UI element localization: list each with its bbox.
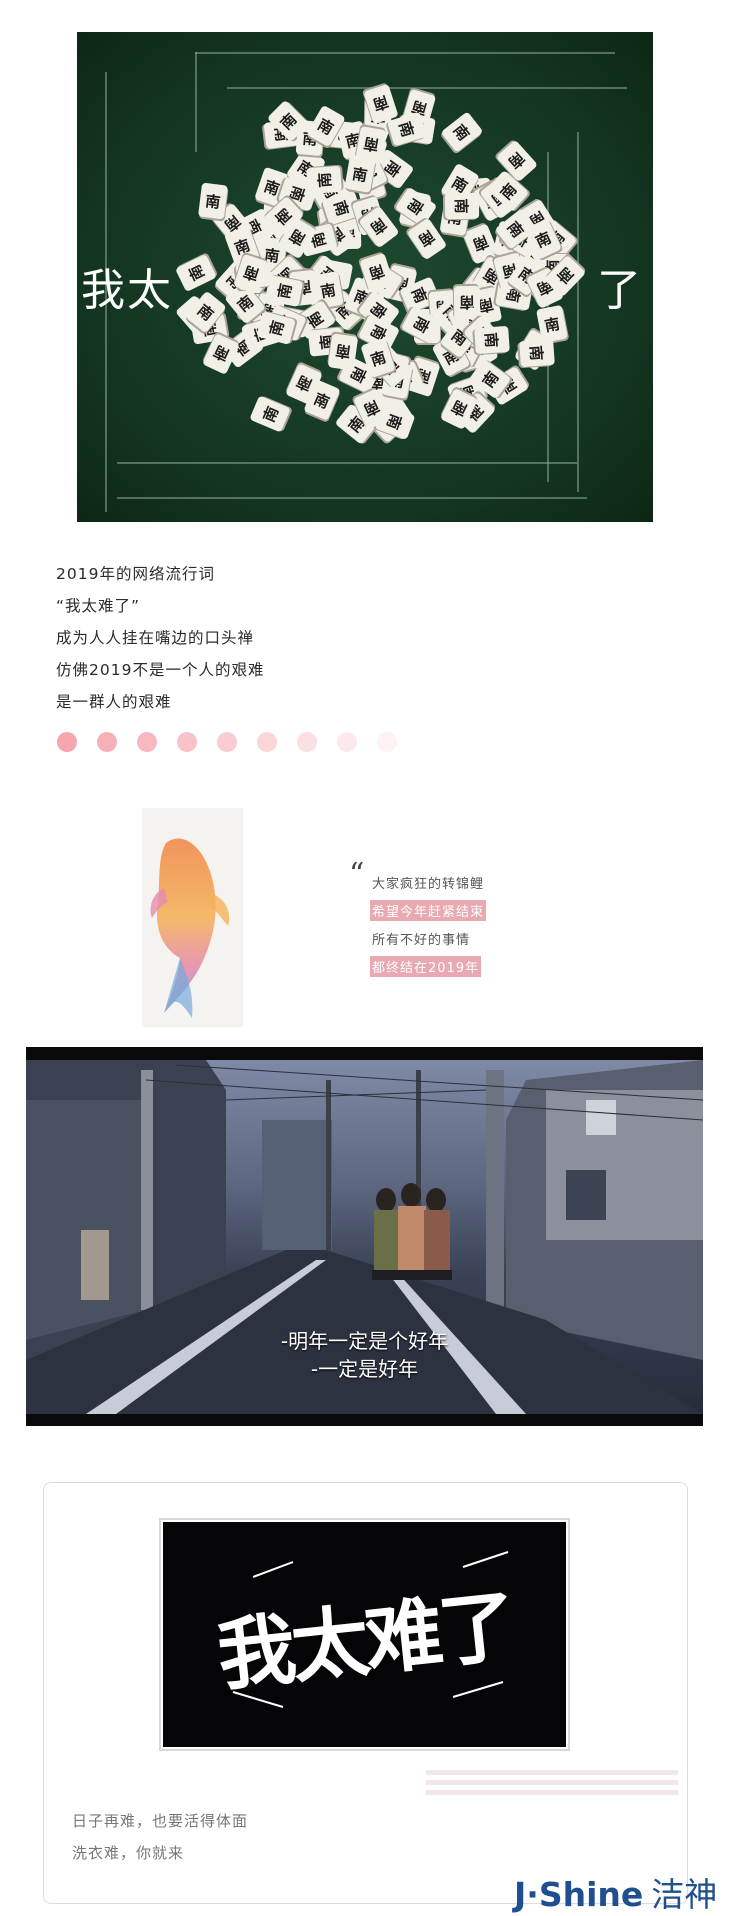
brand-logo-chinese: 洁神 xyxy=(651,1875,718,1914)
dot xyxy=(377,732,397,752)
poem-line-4: 仿佛2019不是一个人的艰难 xyxy=(56,661,265,679)
table-line xyxy=(117,497,587,499)
table-line xyxy=(117,462,577,464)
dot xyxy=(97,732,117,752)
quote-mark: “ xyxy=(349,857,365,892)
poem-line-2: “我太难了” xyxy=(56,597,141,615)
koi-line-2-highlighted: 希望今年赶紧结束 xyxy=(370,900,487,921)
dot xyxy=(297,732,317,752)
table-line xyxy=(577,132,579,492)
mahjong-tile: 南 xyxy=(305,165,342,194)
poem-line-3: 成为人人挂在嘴边的口头禅 xyxy=(56,629,255,647)
dot xyxy=(137,732,157,752)
koi-line-4-highlighted: 都终结在2019年 xyxy=(370,956,482,977)
dot xyxy=(217,732,237,752)
mahjong-image: 南南南南南南南南南南南南南南南南南南南南南南南南南南南南南南南南南南南南南南南南… xyxy=(77,32,653,522)
table-line xyxy=(227,87,627,89)
mahjong-tile: 南 xyxy=(197,182,228,220)
mahjong-tile: 南 xyxy=(327,333,359,372)
decor-stripe xyxy=(426,1780,678,1785)
mahjong-tile: 南 xyxy=(519,338,556,367)
poem-line-1: 2019年的网络流行词 xyxy=(56,565,215,583)
mahjong-tile: 南 xyxy=(444,192,480,219)
overlay-text-left: 我太 xyxy=(81,265,173,316)
dot xyxy=(177,732,197,752)
decor-stripe xyxy=(426,1790,678,1795)
dot xyxy=(57,732,77,752)
card-text-line-1: 日子再难，也要活得体面 xyxy=(72,1812,249,1830)
brand-logo-latin: J·Shine xyxy=(514,1875,644,1914)
dot xyxy=(337,732,357,752)
street-scene-image: -明年一定是个好年 -一定是好年 xyxy=(26,1047,703,1426)
poem-line-5: 是一群人的艰难 xyxy=(56,693,172,711)
decor-stripe xyxy=(426,1770,678,1775)
subtitle-line-1: -明年一定是个好年 xyxy=(280,1329,449,1353)
mahjong-tile: 南 xyxy=(474,325,511,355)
card-text-line-2: 洗衣难，你就来 xyxy=(72,1844,185,1862)
overlay-text-right: 了 xyxy=(597,265,643,316)
dot xyxy=(257,732,277,752)
title-art-image: 我太难了 xyxy=(163,1522,566,1747)
table-line xyxy=(195,52,197,152)
brand-logo: J·Shine 洁神 xyxy=(514,1868,717,1916)
koi-line-3: 所有不好的事情 xyxy=(372,933,471,948)
koi-fish-image xyxy=(142,808,243,1027)
koi-line-1: 大家疯狂的转锦鲤 xyxy=(372,877,485,892)
subtitle-line-2: -一定是好年 xyxy=(310,1357,419,1381)
table-line xyxy=(195,52,615,54)
